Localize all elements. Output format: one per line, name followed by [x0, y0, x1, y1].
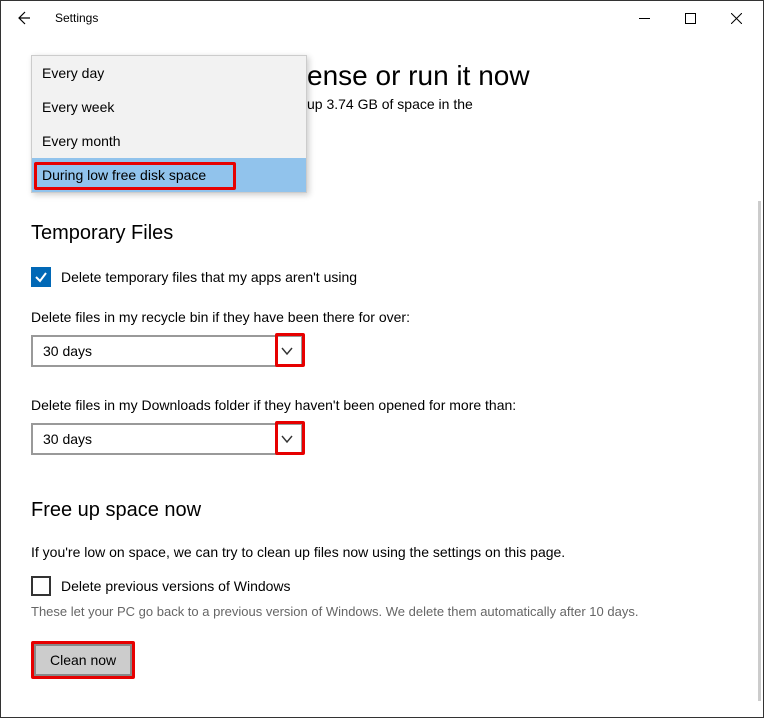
close-button[interactable]: [713, 4, 759, 32]
free-up-heading: Free up space now: [31, 499, 733, 522]
clean-now-highlight: Clean now: [31, 641, 135, 679]
previous-windows-hint: These let your PC go back to a previous …: [31, 604, 733, 619]
downloads-dropdown[interactable]: 30 days: [31, 423, 303, 455]
recycle-bin-label: Delete files in my recycle bin if they h…: [31, 309, 733, 325]
back-icon[interactable]: [15, 10, 31, 26]
delete-previous-windows-label: Delete previous versions of Windows: [61, 578, 291, 594]
free-up-para: If you're low on space, we can try to cl…: [31, 544, 733, 560]
scrollbar[interactable]: [758, 201, 761, 701]
recycle-bin-value: 30 days: [43, 343, 92, 359]
window-controls: [621, 4, 759, 32]
menu-item-every-day[interactable]: Every day: [32, 56, 306, 90]
chevron-down-icon: [275, 339, 299, 363]
downloads-label: Delete files in my Downloads folder if t…: [31, 397, 733, 413]
titlebar: Settings: [1, 1, 763, 35]
menu-item-every-month[interactable]: Every month: [32, 124, 306, 158]
run-frequency-menu: Every day Every week Every month During …: [31, 55, 307, 193]
menu-item-every-week[interactable]: Every week: [32, 90, 306, 124]
minimize-button[interactable]: [621, 4, 667, 32]
recycle-bin-dropdown[interactable]: 30 days: [31, 335, 303, 367]
clean-now-button[interactable]: Clean now: [34, 644, 132, 676]
menu-item-low-disk-space[interactable]: During low free disk space: [32, 158, 306, 192]
delete-temp-label: Delete temporary files that my apps aren…: [61, 269, 357, 285]
window-title: Settings: [55, 11, 98, 25]
downloads-value: 30 days: [43, 431, 92, 447]
maximize-button[interactable]: [667, 4, 713, 32]
chevron-down-icon: [275, 427, 299, 451]
delete-previous-windows-checkbox[interactable]: [31, 576, 51, 596]
delete-temp-checkbox[interactable]: [31, 267, 51, 287]
temporary-files-heading: Temporary Files: [31, 222, 733, 245]
